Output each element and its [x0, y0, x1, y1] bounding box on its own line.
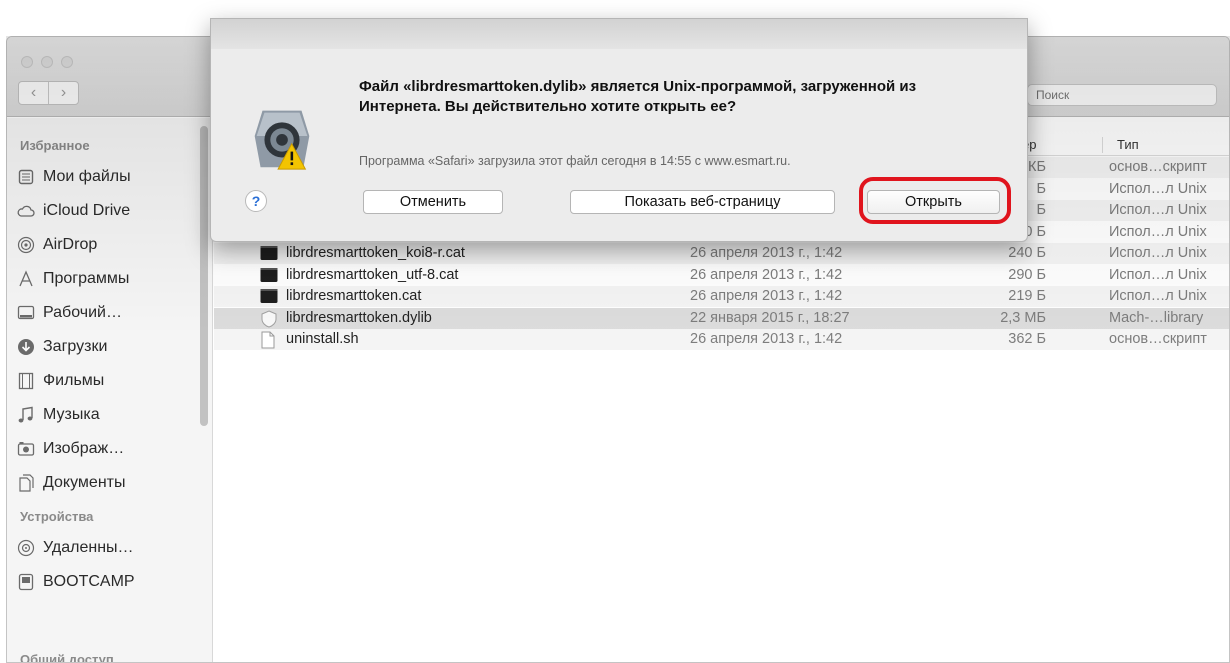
- file-size: 219 Б: [1008, 288, 1046, 304]
- sidebar-heading-shared: Общий доступ: [20, 652, 114, 663]
- file-size: 240 Б: [1008, 245, 1046, 261]
- chevron-left-icon: ‹: [30, 84, 37, 101]
- file-date: 26 апреля 2013 г., 1:42: [690, 288, 843, 304]
- dialog-message: Файл «librdresmarttoken.dylib» является …: [359, 78, 917, 115]
- disk-icon: [17, 573, 35, 591]
- sidebar-item-music[interactable]: Музыка: [17, 400, 202, 430]
- library-file-icon: [260, 309, 278, 328]
- sidebar-item-remote-disc[interactable]: Удаленны…: [17, 533, 202, 563]
- sidebar-item-all-files[interactable]: Мои файлы: [17, 162, 202, 192]
- movies-icon: [17, 372, 35, 390]
- sidebar-heading-favorites: Избранное: [20, 138, 90, 153]
- file-size: 2,3 МБ: [1000, 309, 1046, 326]
- desktop-icon: [17, 304, 35, 322]
- sidebar-item-label: Загрузки: [43, 338, 108, 355]
- file-kind: Испол…л Unix: [1109, 180, 1207, 197]
- sidebar-item-label: Документы: [43, 474, 126, 491]
- file-kind: Испол…л Unix: [1109, 223, 1207, 240]
- file-name: librdresmarttoken_utf-8.cat: [286, 266, 459, 283]
- document-file-icon: [260, 331, 278, 349]
- gatekeeper-dialog: Файл «librdresmarttoken.dylib» является …: [210, 18, 1028, 242]
- sidebar-item-label: Программы: [43, 270, 130, 287]
- zoom-window-button[interactable]: [61, 56, 73, 68]
- close-window-button[interactable]: [21, 56, 33, 68]
- table-row[interactable]: librdresmarttoken.dylib 22 января 2015 г.…: [214, 307, 1229, 329]
- table-row[interactable]: librdresmarttoken_koi8-r.cat 26 апреля 20…: [214, 243, 1229, 264]
- sidebar-item-label: AirDrop: [43, 236, 98, 253]
- file-kind: Испол…л Unix: [1109, 202, 1207, 218]
- chevron-right-icon: ›: [60, 84, 67, 101]
- documents-icon: [17, 474, 35, 492]
- file-date: 26 апреля 2013 г., 1:42: [690, 266, 843, 283]
- dialog-titlebar: [211, 19, 1027, 49]
- sidebar-item-label: Изображ…: [43, 440, 125, 457]
- navigation-buttons: ‹ ›: [18, 81, 79, 105]
- sidebar-heading-devices: Устройства: [20, 509, 94, 524]
- file-name: uninstall.sh: [286, 331, 359, 347]
- terminal-file-icon: [260, 245, 278, 261]
- sidebar-item-movies[interactable]: Фильмы: [17, 366, 202, 396]
- sidebar-item-icloud[interactable]: iCloud Drive: [17, 196, 202, 226]
- file-size: 362 Б: [1008, 331, 1046, 347]
- search-input[interactable]: [1027, 84, 1217, 106]
- sidebar-item-label: Музыка: [43, 406, 100, 423]
- highlight-annotation: [859, 177, 1011, 224]
- sidebar-scrollbar[interactable]: [200, 126, 208, 426]
- help-button[interactable]: ?: [245, 190, 267, 212]
- sidebar-item-airdrop[interactable]: AirDrop: [17, 230, 202, 260]
- table-row[interactable]: librdresmarttoken_utf-8.cat 26 апреля 201…: [214, 265, 1229, 286]
- sidebar-item-label: iCloud Drive: [43, 202, 131, 219]
- file-name: librdresmarttoken.cat: [286, 288, 422, 304]
- sidebar-item-documents[interactable]: Документы: [17, 468, 202, 498]
- sidebar-item-label: Мои файлы: [43, 168, 131, 185]
- cancel-button[interactable]: Отменить: [363, 190, 503, 214]
- minimize-window-button[interactable]: [41, 56, 53, 68]
- all-files-icon: [17, 168, 35, 186]
- sidebar-item-bootcamp[interactable]: BOOTCAMP: [17, 567, 202, 597]
- file-date: 26 апреля 2013 г., 1:42: [690, 331, 843, 347]
- music-icon: [17, 406, 35, 424]
- cloud-icon: [17, 202, 35, 220]
- sidebar-item-label: Фильмы: [43, 372, 105, 389]
- forward-button[interactable]: ›: [48, 82, 78, 104]
- terminal-file-icon: [260, 288, 278, 304]
- table-row[interactable]: librdresmarttoken.cat 26 апреля 2013 г., …: [214, 286, 1229, 307]
- file-kind: основ…скрипт: [1109, 331, 1207, 347]
- file-date: 22 января 2015 г., 18:27: [690, 309, 850, 326]
- file-name: librdresmarttoken.dylib: [286, 309, 432, 326]
- sidebar-item-label: Удаленны…: [43, 539, 134, 556]
- file-date: 26 апреля 2013 г., 1:42: [690, 245, 843, 261]
- table-row[interactable]: uninstall.sh 26 апреля 2013 г., 1:42 362 Б…: [214, 329, 1229, 350]
- gatekeeper-icon: [254, 110, 310, 170]
- sidebar-item-downloads[interactable]: Загрузки: [17, 332, 202, 362]
- file-kind: Испол…л Unix: [1109, 245, 1207, 261]
- terminal-file-icon: [260, 267, 278, 283]
- question-mark-icon: ?: [251, 193, 261, 209]
- sidebar-item-desktop[interactable]: Рабочий…: [17, 298, 202, 328]
- file-kind: основ…скрипт: [1109, 159, 1207, 175]
- sidebar-item-applications[interactable]: Программы: [17, 264, 202, 294]
- show-web-page-button[interactable]: Показать веб-страницу: [570, 190, 835, 214]
- file-size: 290 Б: [1008, 266, 1046, 283]
- file-name: librdresmarttoken_koi8-r.cat: [286, 245, 465, 261]
- sidebar-item-label: BOOTCAMP: [43, 573, 135, 590]
- pictures-icon: [17, 440, 35, 458]
- column-kind-header[interactable]: Тип: [1102, 137, 1139, 153]
- sidebar-item-pictures[interactable]: Изображ…: [17, 434, 202, 464]
- applications-icon: [17, 270, 35, 288]
- file-kind: Mach-…library: [1109, 309, 1204, 326]
- sidebar-item-label: Рабочий…: [43, 304, 122, 321]
- downloads-icon: [17, 338, 35, 356]
- dialog-informative-text: Программа «Safari» загрузила этот файл с…: [359, 154, 791, 168]
- remote-disc-icon: [17, 539, 35, 557]
- sidebar: Избранное Мои файлы iCloud Drive AirDrop…: [7, 118, 213, 663]
- airdrop-icon: [17, 236, 35, 254]
- back-button[interactable]: ‹: [19, 82, 48, 104]
- file-kind: Испол…л Unix: [1109, 288, 1207, 304]
- file-kind: Испол…л Unix: [1109, 266, 1207, 283]
